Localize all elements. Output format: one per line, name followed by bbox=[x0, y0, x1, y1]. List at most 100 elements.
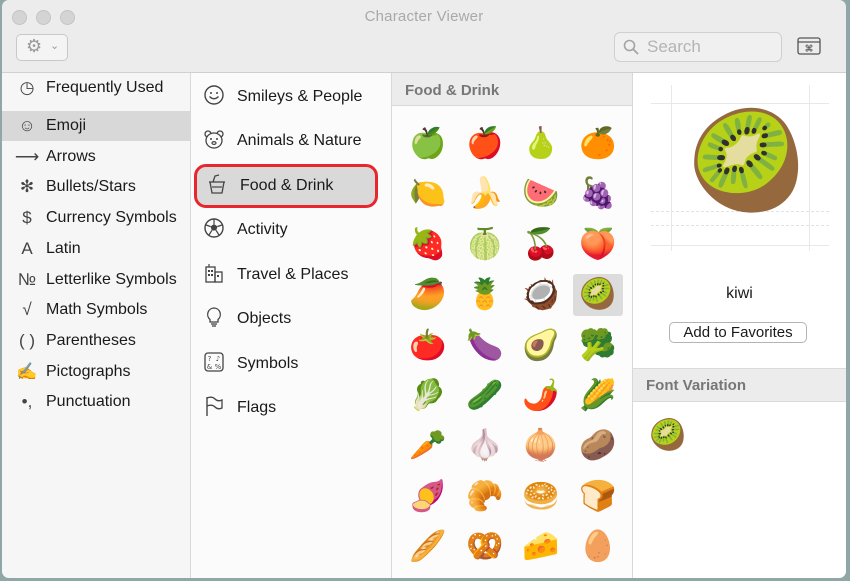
category-item[interactable]: ( ) Parentheses bbox=[2, 326, 190, 356]
emoji-cell[interactable]: 🍏 bbox=[403, 123, 453, 165]
emoji-cell[interactable]: 🍍 bbox=[460, 274, 510, 316]
emoji-cell[interactable]: 🥝 bbox=[573, 274, 623, 317]
bear-outline-icon bbox=[201, 128, 227, 155]
subcategory-label: Food & Drink bbox=[240, 177, 334, 194]
search-icon bbox=[623, 39, 639, 55]
emoji-cell[interactable]: 🌽 bbox=[573, 375, 623, 417]
category-label: Bullets/Stars bbox=[46, 178, 136, 195]
svg-text:♪: ♪ bbox=[216, 355, 220, 363]
category-label: Pictographs bbox=[46, 363, 131, 380]
category-item[interactable]: ◷ Frequently Used bbox=[2, 73, 190, 103]
category-item[interactable]: ⟶ Arrows bbox=[2, 142, 190, 172]
svg-text:%: % bbox=[215, 363, 222, 371]
writing-hand-icon: ✍ bbox=[16, 362, 38, 381]
character-detail-panel: 🥝 kiwi Add to Favorites Font Variation 🥝 bbox=[633, 73, 846, 578]
category-item[interactable]: ✻ Bullets/Stars bbox=[2, 172, 190, 202]
subcategory-item[interactable]: ? ♪ &% Symbols bbox=[191, 342, 391, 386]
character-viewer-window: Character Viewer ⚙ ⌄ ⌘ ◷ Frequently Used ☺… bbox=[2, 0, 846, 578]
emoji-cell[interactable]: 🍞 bbox=[573, 476, 623, 518]
arrow-icon: ⟶ bbox=[14, 147, 40, 166]
category-item[interactable]: ☺ Emoji bbox=[2, 111, 190, 141]
latin-a-icon: A bbox=[21, 239, 33, 258]
emoji-cell[interactable]: 🍊 bbox=[573, 123, 623, 165]
emoji-cell[interactable]: 🥯 bbox=[516, 476, 566, 518]
subcategory-item[interactable]: Travel & Places bbox=[191, 253, 391, 297]
emoji-cell[interactable]: 🍋 bbox=[403, 173, 453, 215]
smiley-outline-icon bbox=[201, 84, 227, 111]
symbols-outline-icon: ? ♪ &% bbox=[201, 351, 227, 378]
category-item[interactable]: $ Currency Symbols bbox=[2, 203, 190, 233]
category-item[interactable]: •, Punctuation bbox=[2, 387, 190, 417]
category-item[interactable]: A Latin bbox=[2, 234, 190, 264]
add-to-favorites-button[interactable]: Add to Favorites bbox=[669, 322, 807, 343]
category-list: ◷ Frequently Used ☺ Emoji ⟶ Arrows ✻ Bullets/St… bbox=[2, 73, 191, 578]
building-outline-icon bbox=[201, 262, 227, 289]
preview-glyph: 🥝 bbox=[687, 108, 807, 215]
svg-text:&: & bbox=[207, 363, 213, 371]
emoji-cell[interactable]: 🍎 bbox=[460, 123, 510, 165]
emoji-cell[interactable]: 🥬 bbox=[403, 375, 453, 417]
soccer-ball-outline-icon bbox=[201, 217, 227, 244]
emoji-cell[interactable]: 🍆 bbox=[460, 325, 510, 367]
emoji-cell[interactable]: 🍓 bbox=[403, 224, 453, 266]
subcategory-label: Flags bbox=[237, 399, 277, 416]
keyboard-viewer-button[interactable]: ⌘ bbox=[797, 36, 825, 58]
sqrt-icon: √ bbox=[22, 300, 32, 319]
character-name: kiwi bbox=[726, 285, 753, 302]
emoji-cell[interactable]: 🥭 bbox=[403, 274, 453, 316]
category-label: Latin bbox=[46, 240, 81, 257]
subcategory-item[interactable]: Objects bbox=[191, 297, 391, 341]
search-input[interactable] bbox=[645, 36, 779, 58]
emoji-cell[interactable]: 🥔 bbox=[573, 425, 623, 467]
emoji-cell[interactable]: 🥨 bbox=[460, 526, 510, 568]
action-menu-button[interactable]: ⚙ ⌄ bbox=[16, 34, 68, 61]
flag-outline-icon bbox=[201, 395, 227, 422]
subcategory-label: Activity bbox=[237, 221, 288, 238]
subcategory-item[interactable]: Activity bbox=[191, 208, 391, 252]
emoji-cell[interactable]: 🍐 bbox=[516, 123, 566, 165]
category-item[interactable]: ✍ Pictographs bbox=[2, 357, 190, 387]
svg-text:⌘: ⌘ bbox=[805, 45, 814, 55]
emoji-cell[interactable]: 🍠 bbox=[403, 476, 453, 518]
emoji-cell[interactable]: 🥒 bbox=[460, 375, 510, 417]
category-item[interactable]: √ Math Symbols bbox=[2, 295, 190, 325]
emoji-cell[interactable]: 🍌 bbox=[460, 173, 510, 215]
emoji-cell[interactable]: 🥚 bbox=[573, 526, 623, 568]
emoji-cell[interactable]: 🥖 bbox=[403, 526, 453, 568]
category-item[interactable]: № Letterlike Symbols bbox=[2, 265, 190, 295]
subcategory-item[interactable]: Food & Drink bbox=[194, 164, 378, 208]
grid-section-header: Food & Drink bbox=[392, 73, 632, 106]
emoji-cell[interactable]: 🧄 bbox=[460, 425, 510, 467]
punctuation-icon: •, bbox=[21, 392, 33, 411]
emoji-cell[interactable]: 🥥 bbox=[516, 274, 566, 316]
emoji-cell[interactable]: 🍒 bbox=[516, 224, 566, 266]
search-field[interactable] bbox=[614, 32, 782, 62]
font-variation-item[interactable]: 🥝 bbox=[649, 418, 686, 453]
chevron-down-icon: ⌄ bbox=[50, 40, 60, 52]
subcategory-list: Smileys & People Animals & Nature Food & D… bbox=[191, 73, 392, 578]
subcategory-item[interactable]: Animals & Nature bbox=[191, 119, 391, 163]
emoji-cell[interactable]: 🥐 bbox=[460, 476, 510, 518]
category-label: Arrows bbox=[46, 148, 96, 165]
asterisk-icon: ✻ bbox=[19, 177, 35, 196]
subcategory-label: Symbols bbox=[237, 355, 299, 372]
emoji-cell[interactable]: 🍈 bbox=[460, 224, 510, 266]
subcategory-item[interactable]: Smileys & People bbox=[191, 75, 391, 119]
emoji-cell[interactable]: 🥦 bbox=[573, 325, 623, 367]
emoji-cell[interactable]: 🍉 bbox=[516, 173, 566, 215]
emoji-cell[interactable]: 🌶️ bbox=[516, 375, 566, 417]
emoji-cell[interactable]: 🧅 bbox=[516, 425, 566, 467]
subcategory-label: Animals & Nature bbox=[237, 132, 362, 149]
window-title: Character Viewer bbox=[364, 8, 484, 25]
emoji-cell[interactable]: 🥑 bbox=[516, 325, 566, 367]
category-label: Emoji bbox=[46, 117, 87, 134]
character-grid-panel: Food & Drink 🍏 🍎 🍐 🍊 🍋 🍌 🍉 🍇 🍓 🍈 🍒 🍑 🥭 🍍 🥥 🥝 🍅 🍆 🥑 🥦 🥬 🥒 🌶️ 🌽 🥕 🧄… bbox=[392, 73, 633, 578]
emoji-cell[interactable]: 🥕 bbox=[403, 425, 453, 467]
emoji-cell[interactable]: 🍇 bbox=[573, 173, 623, 215]
subcategory-item[interactable]: Flags bbox=[191, 386, 391, 430]
emoji-cell[interactable]: 🍑 bbox=[573, 224, 623, 266]
grid-section-title: Food & Drink bbox=[405, 82, 500, 99]
emoji-cell[interactable]: 🧀 bbox=[516, 526, 566, 568]
emoji-cell[interactable]: 🍅 bbox=[403, 325, 453, 367]
title-bar: Character Viewer ⚙ ⌄ ⌘ bbox=[2, 0, 846, 73]
